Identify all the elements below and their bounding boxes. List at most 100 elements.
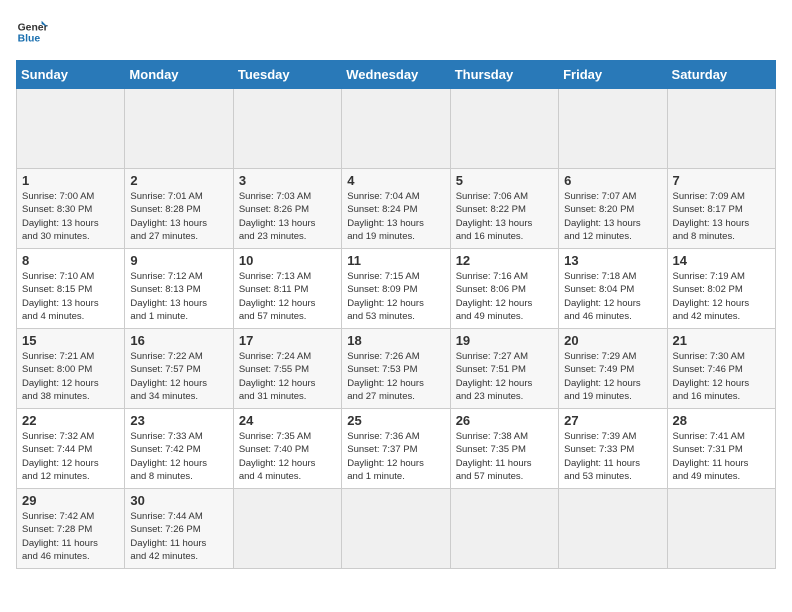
day-number: 14 [673,253,770,268]
day-info: Sunrise: 7:21 AM Sunset: 8:00 PM Dayligh… [22,350,119,403]
day-number: 2 [130,173,227,188]
day-number: 21 [673,333,770,348]
calendar-header-row: SundayMondayTuesdayWednesdayThursdayFrid… [17,61,776,89]
calendar-cell: 4 Sunrise: 7:04 AM Sunset: 8:24 PM Daylig… [342,169,450,249]
calendar-cell [233,489,341,569]
day-number: 18 [347,333,444,348]
col-header-sunday: Sunday [17,61,125,89]
day-info: Sunrise: 7:32 AM Sunset: 7:44 PM Dayligh… [22,430,119,483]
calendar-cell: 19 Sunrise: 7:27 AM Sunset: 7:51 PM Dayli… [450,329,558,409]
week-row-3: 15 Sunrise: 7:21 AM Sunset: 8:00 PM Dayli… [17,329,776,409]
day-info: Sunrise: 7:42 AM Sunset: 7:28 PM Dayligh… [22,510,119,563]
day-info: Sunrise: 7:15 AM Sunset: 8:09 PM Dayligh… [347,270,444,323]
calendar-cell: 15 Sunrise: 7:21 AM Sunset: 8:00 PM Dayli… [17,329,125,409]
calendar-cell: 24Sunrise: 7:35 AM Sunset: 7:40 PM Dayli… [233,409,341,489]
week-row-2: 8 Sunrise: 7:10 AM Sunset: 8:15 PM Daylig… [17,249,776,329]
week-row-4: 22Sunrise: 7:32 AM Sunset: 7:44 PM Dayli… [17,409,776,489]
calendar-cell [233,89,341,169]
day-number: 13 [564,253,661,268]
day-info: Sunrise: 7:01 AM Sunset: 8:28 PM Dayligh… [130,190,227,243]
calendar-cell: 27 Sunrise: 7:39 AM Sunset: 7:33 PM Dayli… [559,409,667,489]
day-info: Sunrise: 7:30 AM Sunset: 7:46 PM Dayligh… [673,350,770,403]
calendar-cell [667,89,775,169]
calendar-cell: 26 Sunrise: 7:38 AM Sunset: 7:35 PM Dayli… [450,409,558,489]
day-number: 3 [239,173,336,188]
day-info: Sunrise: 7:06 AM Sunset: 8:22 PM Dayligh… [456,190,553,243]
calendar-cell: 6 Sunrise: 7:07 AM Sunset: 8:20 PM Daylig… [559,169,667,249]
logo-icon: General Blue [16,16,48,48]
day-number: 29 [22,493,119,508]
week-row-0 [17,89,776,169]
day-number: 4 [347,173,444,188]
calendar-cell: 1Sunrise: 7:00 AM Sunset: 8:30 PM Daylig… [17,169,125,249]
col-header-tuesday: Tuesday [233,61,341,89]
calendar-cell: 18Sunrise: 7:26 AM Sunset: 7:53 PM Dayli… [342,329,450,409]
day-number: 26 [456,413,553,428]
day-info: Sunrise: 7:27 AM Sunset: 7:51 PM Dayligh… [456,350,553,403]
day-info: Sunrise: 7:19 AM Sunset: 8:02 PM Dayligh… [673,270,770,323]
day-number: 15 [22,333,119,348]
col-header-saturday: Saturday [667,61,775,89]
day-info: Sunrise: 7:07 AM Sunset: 8:20 PM Dayligh… [564,190,661,243]
calendar-cell: 11 Sunrise: 7:15 AM Sunset: 8:09 PM Dayli… [342,249,450,329]
day-number: 6 [564,173,661,188]
day-info: Sunrise: 7:12 AM Sunset: 8:13 PM Dayligh… [130,270,227,323]
calendar-cell: 13 Sunrise: 7:18 AM Sunset: 8:04 PM Dayli… [559,249,667,329]
calendar-cell [559,89,667,169]
calendar-cell: 2 Sunrise: 7:01 AM Sunset: 8:28 PM Daylig… [125,169,233,249]
day-info: Sunrise: 7:03 AM Sunset: 8:26 PM Dayligh… [239,190,336,243]
day-info: Sunrise: 7:38 AM Sunset: 7:35 PM Dayligh… [456,430,553,483]
calendar-cell [450,489,558,569]
calendar-cell: 29 Sunrise: 7:42 AM Sunset: 7:28 PM Dayli… [17,489,125,569]
day-number: 19 [456,333,553,348]
day-info: Sunrise: 7:35 AM Sunset: 7:40 PM Dayligh… [239,430,336,483]
day-info: Sunrise: 7:13 AM Sunset: 8:11 PM Dayligh… [239,270,336,323]
col-header-thursday: Thursday [450,61,558,89]
day-number: 5 [456,173,553,188]
day-number: 20 [564,333,661,348]
calendar-cell: 17 Sunrise: 7:24 AM Sunset: 7:55 PM Dayli… [233,329,341,409]
calendar-cell [342,489,450,569]
day-info: Sunrise: 7:39 AM Sunset: 7:33 PM Dayligh… [564,430,661,483]
week-row-5: 29 Sunrise: 7:42 AM Sunset: 7:28 PM Dayli… [17,489,776,569]
calendar-cell [450,89,558,169]
calendar-cell [342,89,450,169]
day-number: 28 [673,413,770,428]
svg-text:Blue: Blue [18,34,41,45]
calendar-cell [125,89,233,169]
day-info: Sunrise: 7:16 AM Sunset: 8:06 PM Dayligh… [456,270,553,323]
day-number: 10 [239,253,336,268]
col-header-monday: Monday [125,61,233,89]
page-header: General Blue [16,16,776,48]
day-info: Sunrise: 7:41 AM Sunset: 7:31 PM Dayligh… [673,430,770,483]
day-info: Sunrise: 7:24 AM Sunset: 7:55 PM Dayligh… [239,350,336,403]
day-info: Sunrise: 7:22 AM Sunset: 7:57 PM Dayligh… [130,350,227,403]
calendar-cell: 5 Sunrise: 7:06 AM Sunset: 8:22 PM Daylig… [450,169,558,249]
day-number: 25 [347,413,444,428]
calendar-cell: 9Sunrise: 7:12 AM Sunset: 8:13 PM Daylig… [125,249,233,329]
day-info: Sunrise: 7:18 AM Sunset: 8:04 PM Dayligh… [564,270,661,323]
day-info: Sunrise: 7:10 AM Sunset: 8:15 PM Dayligh… [22,270,119,323]
calendar-cell: 14 Sunrise: 7:19 AM Sunset: 8:02 PM Dayli… [667,249,775,329]
day-info: Sunrise: 7:29 AM Sunset: 7:49 PM Dayligh… [564,350,661,403]
calendar-cell: 21 Sunrise: 7:30 AM Sunset: 7:46 PM Dayli… [667,329,775,409]
day-info: Sunrise: 7:04 AM Sunset: 8:24 PM Dayligh… [347,190,444,243]
day-number: 17 [239,333,336,348]
calendar-cell: 28 Sunrise: 7:41 AM Sunset: 7:31 PM Dayli… [667,409,775,489]
day-number: 23 [130,413,227,428]
day-info: Sunrise: 7:09 AM Sunset: 8:17 PM Dayligh… [673,190,770,243]
day-number: 11 [347,253,444,268]
day-info: Sunrise: 7:44 AM Sunset: 7:26 PM Dayligh… [130,510,227,563]
calendar-cell: 23 Sunrise: 7:33 AM Sunset: 7:42 PM Dayli… [125,409,233,489]
day-number: 8 [22,253,119,268]
day-number: 30 [130,493,227,508]
day-number: 27 [564,413,661,428]
calendar-table: SundayMondayTuesdayWednesdayThursdayFrid… [16,60,776,569]
day-info: Sunrise: 7:33 AM Sunset: 7:42 PM Dayligh… [130,430,227,483]
day-info: Sunrise: 7:36 AM Sunset: 7:37 PM Dayligh… [347,430,444,483]
calendar-cell [17,89,125,169]
week-row-1: 1Sunrise: 7:00 AM Sunset: 8:30 PM Daylig… [17,169,776,249]
calendar-cell: 20 Sunrise: 7:29 AM Sunset: 7:49 PM Dayli… [559,329,667,409]
day-info: Sunrise: 7:00 AM Sunset: 8:30 PM Dayligh… [22,190,119,243]
calendar-cell: 30 Sunrise: 7:44 AM Sunset: 7:26 PM Dayli… [125,489,233,569]
